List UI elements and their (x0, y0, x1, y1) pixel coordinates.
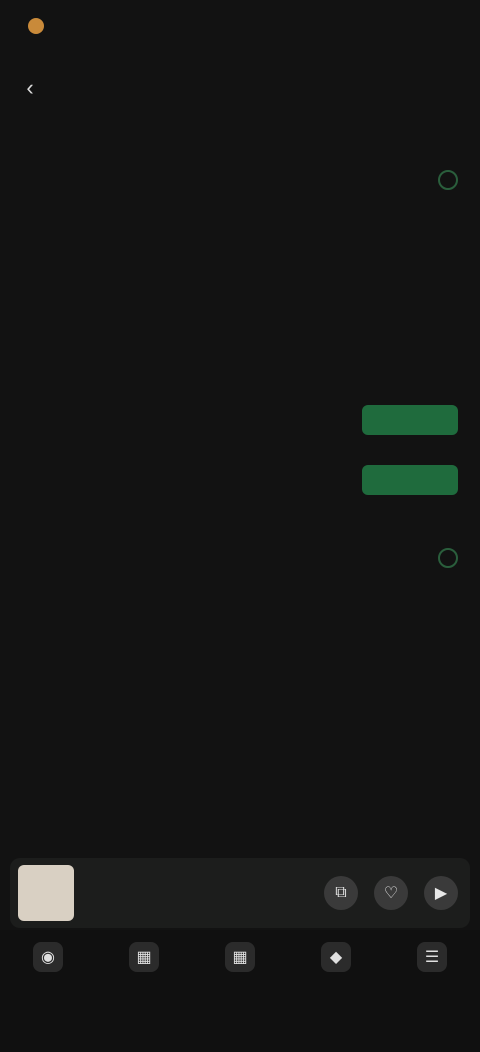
search-icon: ▦ (129, 942, 159, 972)
nav-item[interactable]: ▦ (99, 942, 189, 980)
mini-player-controls: ⧉ ♡ ▶ (324, 876, 458, 910)
settings-row[interactable] (22, 528, 458, 588)
action-button[interactable] (362, 465, 458, 495)
bottom-navigation: ◉ ▦ ▦ ◆ ☰ (0, 930, 480, 1052)
nav-item[interactable]: ☰ (387, 942, 477, 980)
settings-row[interactable] (22, 210, 458, 270)
settings-row[interactable] (22, 450, 458, 510)
play-icon[interactable]: ▶ (424, 876, 458, 910)
menu-icon: ☰ (417, 942, 447, 972)
action-button[interactable] (362, 405, 458, 435)
radio-button[interactable] (438, 548, 458, 568)
header: ‹ (0, 62, 480, 114)
status-bar (0, 0, 480, 56)
mini-player[interactable]: ⧉ ♡ ▶ (10, 858, 470, 928)
nav-item[interactable]: ◆ (291, 942, 381, 980)
settings-row[interactable] (22, 150, 458, 210)
mini-player-meta (86, 891, 324, 895)
nav-item[interactable]: ◉ (3, 942, 93, 980)
status-left (28, 18, 52, 34)
settings-content (22, 128, 458, 588)
settings-row[interactable] (22, 390, 458, 450)
back-icon: ‹ (26, 75, 34, 100)
nav-item[interactable]: ▦ (195, 942, 285, 980)
status-dot-icon (28, 18, 44, 34)
back-button[interactable]: ‹ (14, 72, 46, 104)
premium-icon: ◆ (321, 942, 351, 972)
library-icon: ▦ (225, 942, 255, 972)
settings-row[interactable] (22, 270, 458, 330)
radio-button[interactable] (438, 170, 458, 190)
settings-row[interactable] (22, 330, 458, 390)
device-icon[interactable]: ⧉ (324, 876, 358, 910)
home-icon: ◉ (33, 942, 63, 972)
like-icon[interactable]: ♡ (374, 876, 408, 910)
album-art (18, 865, 74, 921)
